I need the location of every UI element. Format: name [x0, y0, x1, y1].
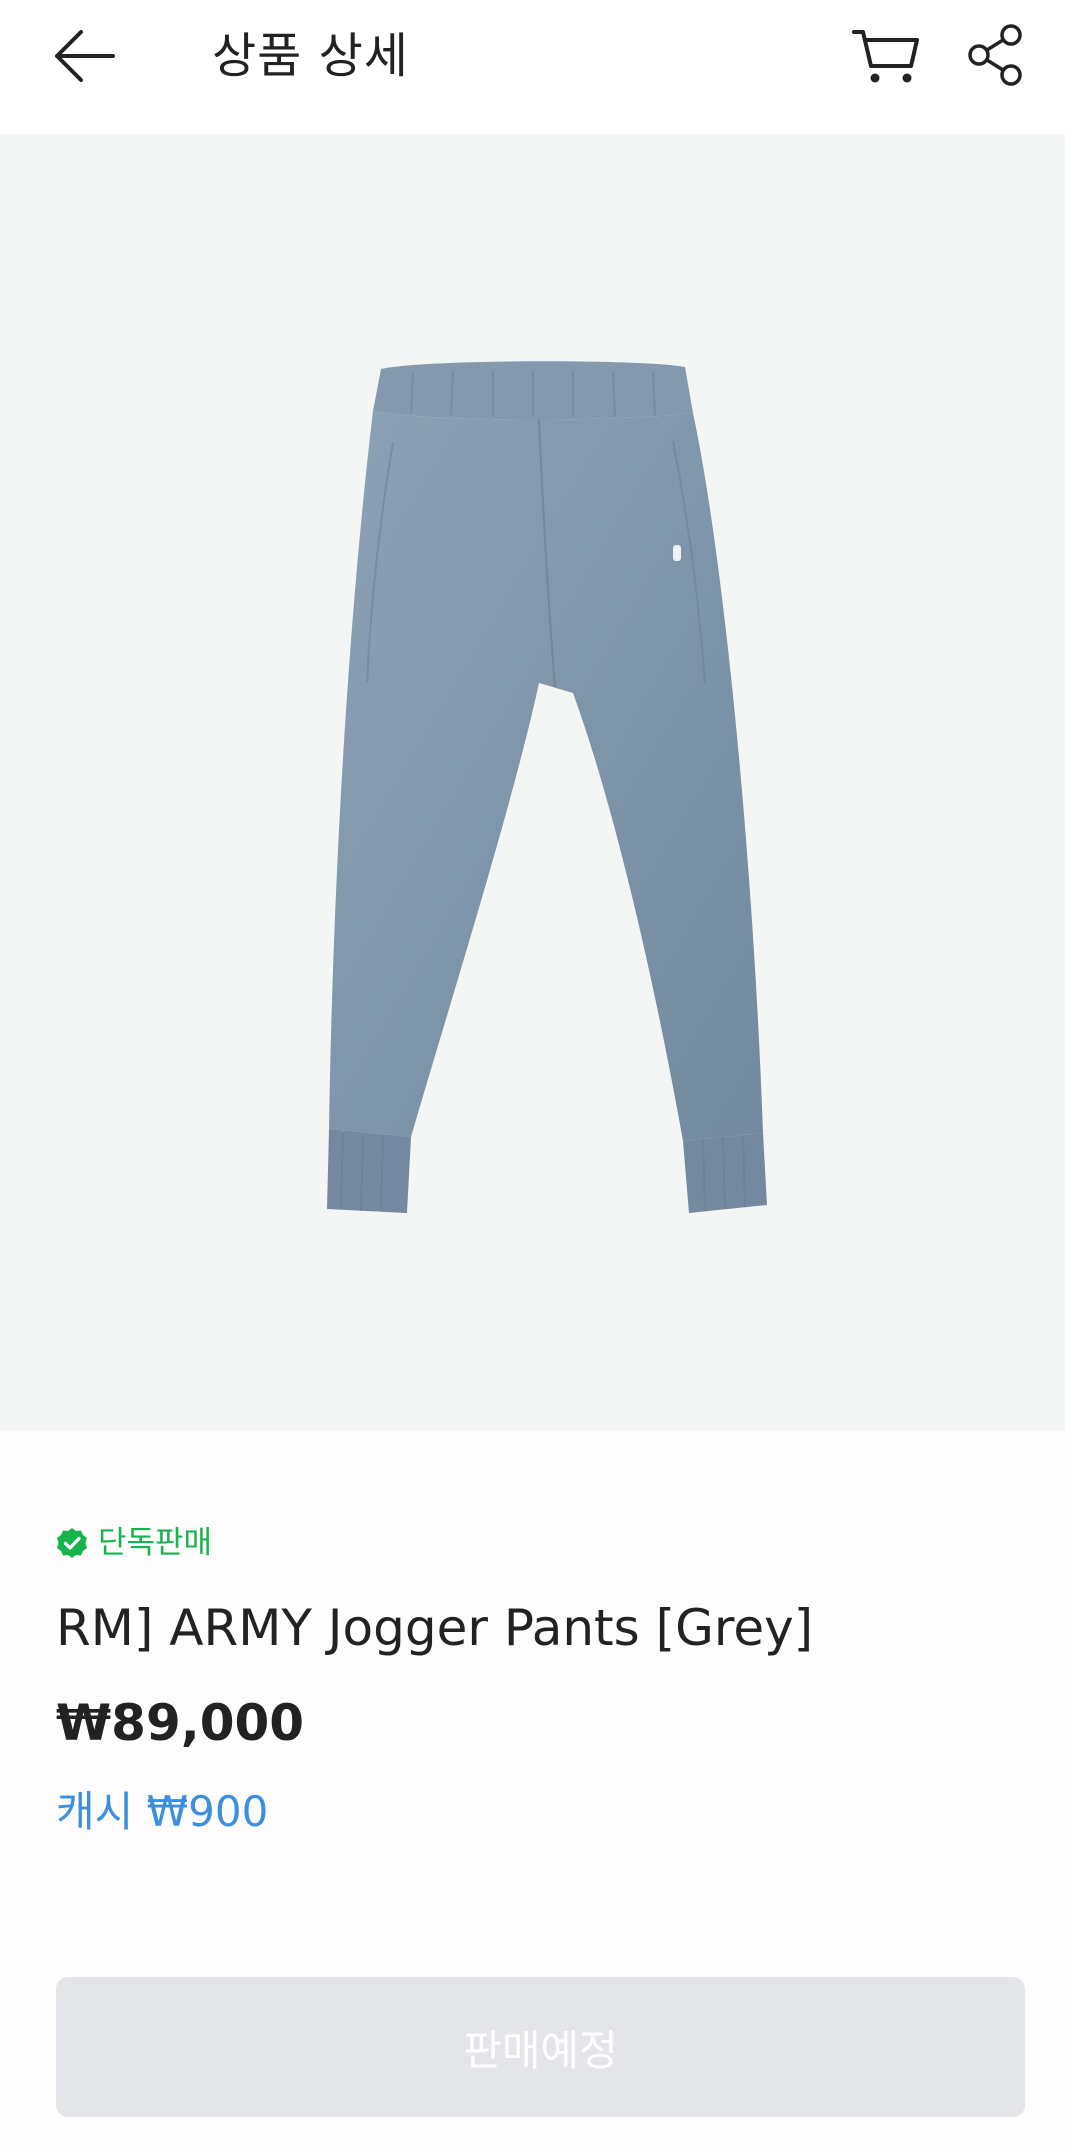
verified-check-icon	[57, 1528, 87, 1558]
back-button[interactable]	[50, 24, 120, 88]
exclusive-label: 단독판매	[98, 1525, 213, 1561]
product-detail-screen: 상품 상세 단독판매 RM] ARMY Jogger Pants [Grey] …	[0, 0, 1065, 2152]
jogger-pants-image	[326, 360, 767, 1213]
exclusive-badge: 단독판매	[56, 1521, 212, 1565]
coming-soon-button[interactable]: 판매예정	[56, 1977, 1025, 2117]
app-header: 상품 상세	[0, 0, 1065, 134]
cash-reward: 캐시 ₩900	[56, 1787, 269, 1836]
arrow-left-icon	[55, 30, 115, 82]
product-price: ₩89,000	[56, 1694, 305, 1752]
product-image[interactable]	[0, 134, 1065, 1431]
cart-button[interactable]	[850, 22, 922, 90]
product-name: RM] ARMY Jogger Pants [Grey]	[56, 1599, 814, 1657]
share-icon	[968, 24, 1022, 86]
share-button[interactable]	[960, 20, 1030, 90]
cart-icon	[852, 30, 919, 83]
page-title: 상품 상세	[212, 28, 409, 84]
